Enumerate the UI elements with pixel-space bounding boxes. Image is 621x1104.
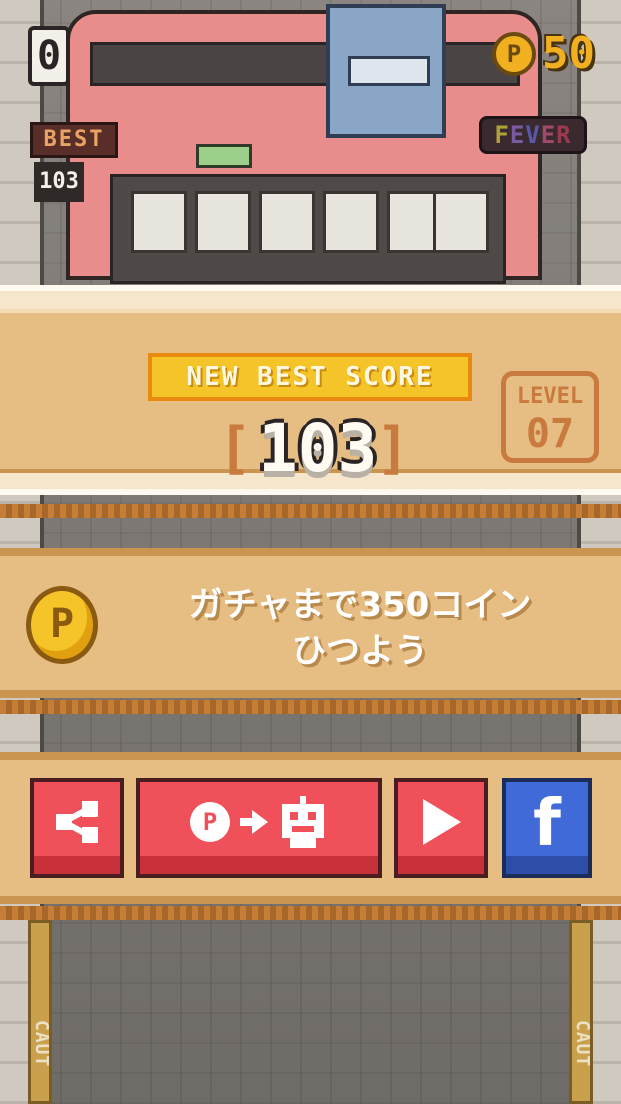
coin-icon: P: [190, 802, 230, 842]
capsule-box: [131, 191, 187, 253]
caution-text-right: CAUT: [572, 1020, 593, 1068]
action-button-bar: P f: [0, 752, 621, 904]
fever-letter: V: [525, 121, 541, 149]
coin-icon: P: [26, 586, 98, 664]
new-best-score-banner: NEW BEST SCORE: [148, 353, 472, 401]
fever-letter: F: [494, 121, 510, 149]
share-icon: [34, 792, 120, 852]
fever-letter: E: [509, 121, 526, 149]
caution-stripe-left: [28, 920, 52, 1104]
facebook-icon: f: [506, 789, 588, 859]
level-label: LEVEL: [516, 384, 584, 409]
level-value: 07: [525, 411, 575, 457]
caution-text-left: CAUT: [31, 1020, 52, 1068]
machine-top-panel: [90, 42, 520, 86]
score-bracket-right: ]: [376, 416, 410, 481]
capsule-box: [433, 191, 489, 253]
gacha-requirement-line-2: ひつよう: [292, 631, 428, 671]
play-button[interactable]: [394, 778, 488, 878]
best-value: 103: [34, 162, 84, 202]
gacha-requirement-message: ガチャまで350コイン ひつよう: [120, 582, 600, 674]
result-panel-inner: NEW BEST SCORE [ 103 ] LEVEL 07: [0, 309, 621, 485]
current-score: 0: [28, 26, 70, 86]
gacha-requirement-line-1: ガチャまで350コイン: [188, 585, 532, 625]
gacha-button[interactable]: P: [136, 778, 382, 878]
vending-machine: [66, 4, 542, 284]
share-button[interactable]: [30, 778, 124, 878]
coin-count: 50: [542, 28, 595, 79]
machine-indicator: [196, 144, 252, 168]
best-label: BEST: [30, 122, 118, 158]
score-bracket-left: [: [218, 416, 252, 481]
final-score: 103: [258, 410, 378, 487]
capsule-box: [195, 191, 251, 253]
gacha-requirement-panel: P ガチャまで350コイン ひつよう: [0, 548, 621, 698]
panel-trim: [0, 906, 621, 920]
capsule-box: [259, 191, 315, 253]
machine-tank: [326, 4, 446, 138]
machine-window: [110, 174, 506, 284]
fever-meter: FEVER: [479, 116, 587, 154]
coin-icon: P: [492, 32, 537, 76]
level-badge: LEVEL 07: [501, 371, 599, 463]
capsule-box: [323, 191, 379, 253]
caution-stripe-right: [569, 920, 593, 1104]
fever-letter: R: [556, 121, 572, 149]
panel-trim: [0, 504, 621, 518]
facebook-button[interactable]: f: [502, 778, 592, 878]
capsule-robot-icon: [282, 796, 324, 848]
fever-letter: E: [540, 121, 557, 149]
result-panel: NEW BEST SCORE [ 103 ] LEVEL 07: [0, 285, 621, 495]
play-icon: [398, 792, 484, 852]
panel-trim: [0, 700, 621, 714]
coin-counter: P 50: [492, 28, 595, 80]
facebook-logo: f: [533, 787, 561, 861]
arrow-right-icon: [240, 810, 268, 834]
